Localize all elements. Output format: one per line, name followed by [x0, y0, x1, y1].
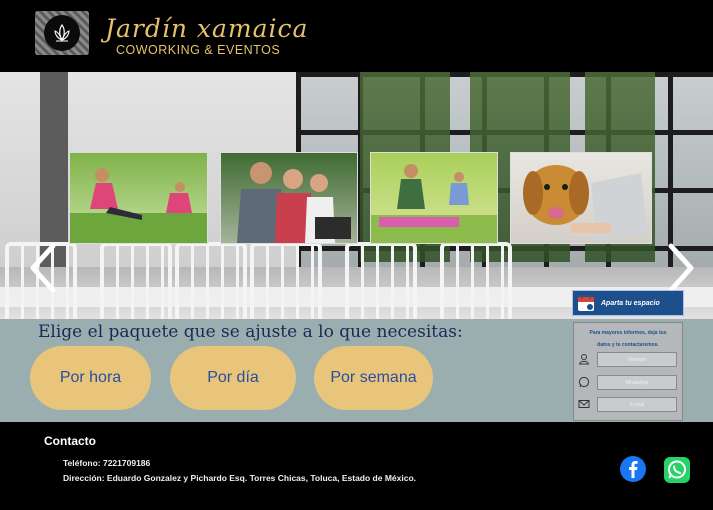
site-header: Jardín xamaica COWORKING & EVENTOS	[0, 0, 713, 72]
carousel-prev-arrow[interactable]	[25, 242, 59, 303]
brand-subtitle: COWORKING & EVENTOS	[116, 43, 281, 57]
chair-decoration	[250, 242, 322, 319]
brand-title: Jardín xamaica	[105, 14, 309, 43]
mail-icon	[578, 400, 590, 408]
site-footer: Contacto Teléfono: 7221709186 Dirección:…	[0, 422, 713, 510]
hero-carousel	[0, 72, 713, 319]
chair-decoration	[345, 242, 417, 319]
form-intro-line1: Para mayores informes, deja tus	[589, 330, 667, 336]
form-intro-line2: datos y te contactaremos.	[597, 342, 659, 348]
chair-decoration	[440, 242, 512, 319]
name-field[interactable]: Nombre	[597, 352, 677, 367]
dog-laptop-photo[interactable]	[510, 152, 652, 244]
chair-decoration	[100, 242, 172, 319]
package-day-button[interactable]: Por día	[170, 346, 296, 410]
footer-title: Contacto	[44, 434, 96, 448]
lotus-icon	[44, 15, 80, 51]
footer-address: Dirección: Eduardo Gonzalez y Pichardo E…	[63, 473, 416, 483]
whatsapp-social-icon[interactable]	[664, 457, 690, 483]
reserve-space-label: Aparta tu espacio	[601, 299, 660, 307]
contact-form: Para mayores informes, deja tus datos y …	[573, 322, 683, 421]
user-icon	[578, 354, 590, 365]
facebook-icon[interactable]	[620, 456, 646, 482]
logo[interactable]	[35, 11, 89, 55]
yoga-meditation-photo[interactable]	[370, 152, 498, 244]
email-field[interactable]: E-mail	[597, 397, 677, 412]
yoga-stretch-photo[interactable]	[69, 152, 208, 244]
chair-decoration	[175, 242, 247, 319]
footer-phone: Teléfono: 7221709186	[63, 458, 151, 468]
students-laptop-photo[interactable]	[220, 152, 358, 244]
reserve-space-button[interactable]: Aparta tu espacio	[572, 290, 684, 316]
packages-title: Elige el paquete que se ajuste a lo que …	[38, 322, 463, 342]
package-hour-button[interactable]: Por hora	[30, 346, 151, 410]
package-week-button[interactable]: Por semana	[314, 346, 433, 410]
calendar-icon	[578, 295, 594, 311]
whatsapp-field[interactable]: WhatsApp	[597, 375, 677, 390]
whatsapp-icon	[578, 376, 590, 388]
